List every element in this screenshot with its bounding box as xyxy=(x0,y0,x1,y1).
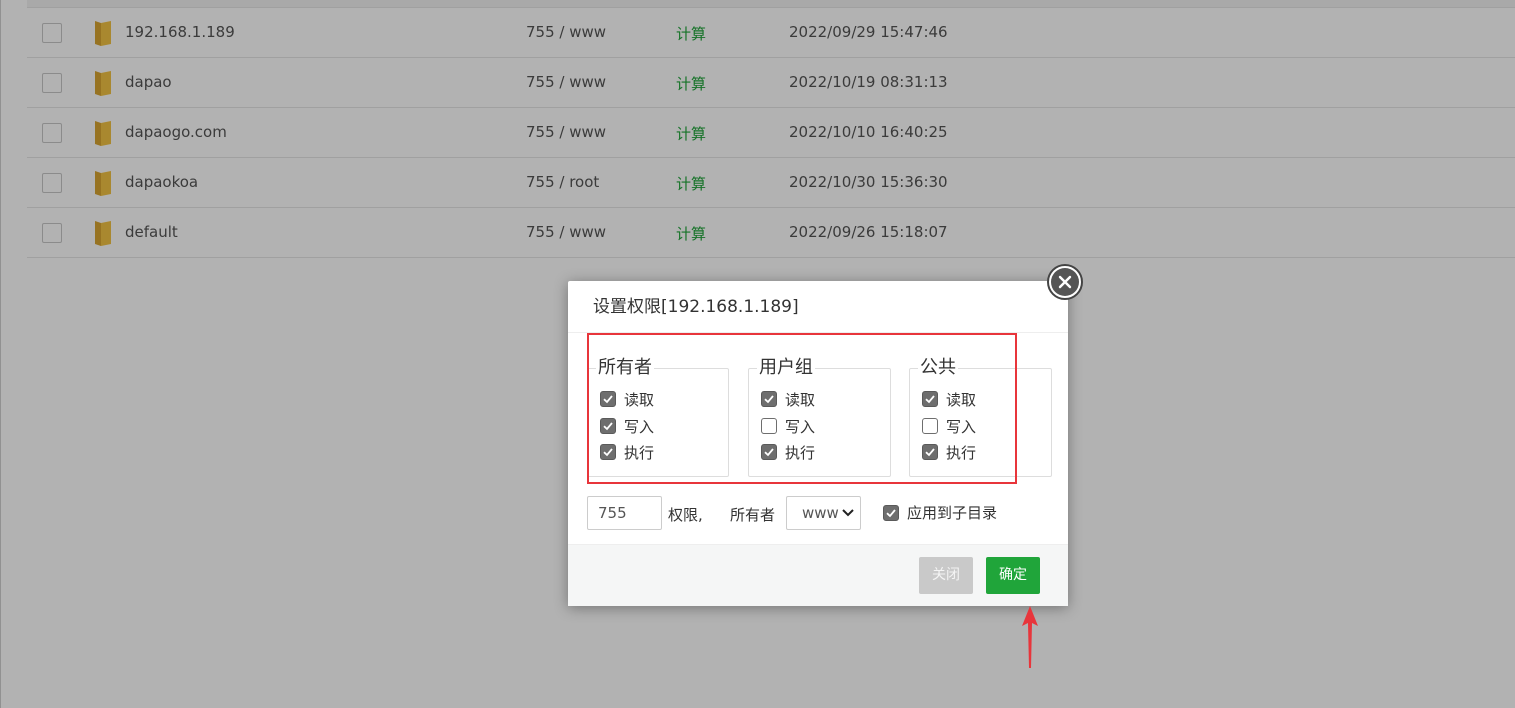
unchecked-box-icon[interactable] xyxy=(922,418,938,434)
checkbox-label: 执行 xyxy=(624,443,655,462)
checkmark-icon[interactable] xyxy=(761,444,777,460)
checkbox-label: 写入 xyxy=(785,417,816,436)
checkbox-label: 读取 xyxy=(946,390,977,409)
checkbox-label: 执行 xyxy=(946,443,977,462)
permission-dialog: 设置权限[192.168.1.189] 所有者 读取 写入 执行 用户组 读取 … xyxy=(568,264,1083,606)
checkmark-icon[interactable] xyxy=(600,391,616,407)
checkbox-label: 读取 xyxy=(624,390,655,409)
cancel-button[interactable]: 关闭 xyxy=(919,557,973,594)
annotation-arrow-icon xyxy=(1022,606,1038,668)
owner-select-value: www xyxy=(802,504,839,522)
owner-write-checkbox[interactable]: 写入 xyxy=(600,415,654,437)
checkbox-label: 执行 xyxy=(785,443,816,462)
checkbox-label: 读取 xyxy=(785,390,816,409)
checkmark-icon[interactable] xyxy=(600,418,616,434)
group-legend-owner: 所有者 xyxy=(596,356,654,380)
permission-mode-input[interactable] xyxy=(587,496,662,530)
group-permission-group: 用户组 读取 写入 执行 xyxy=(748,356,891,477)
owner-permission-group: 所有者 读取 写入 执行 xyxy=(587,356,729,477)
dialog-close-button[interactable] xyxy=(1047,264,1083,300)
confirm-button[interactable]: 确定 xyxy=(986,557,1040,594)
checkmark-icon[interactable] xyxy=(761,391,777,407)
checkbox-label: 写入 xyxy=(946,417,977,436)
public-permission-group: 公共 读取 写入 执行 xyxy=(909,356,1052,477)
group-exec-checkbox[interactable]: 执行 xyxy=(761,441,815,463)
public-read-checkbox[interactable]: 读取 xyxy=(922,388,976,410)
owner-exec-checkbox[interactable]: 执行 xyxy=(600,441,654,463)
public-write-checkbox[interactable]: 写入 xyxy=(922,415,976,437)
group-legend-public: 公共 xyxy=(918,356,958,380)
group-legend-group: 用户组 xyxy=(757,356,815,380)
checkbox-label: 写入 xyxy=(624,417,655,436)
public-exec-checkbox[interactable]: 执行 xyxy=(922,441,976,463)
group-write-checkbox[interactable]: 写入 xyxy=(761,415,815,437)
checkmark-icon[interactable] xyxy=(600,444,616,460)
permission-label: 权限, xyxy=(668,506,703,524)
owner-label: 所有者 xyxy=(730,506,776,524)
checkmark-icon[interactable] xyxy=(922,444,938,460)
apply-subdir-checkbox[interactable]: 应用到子目录 xyxy=(883,502,997,523)
unchecked-box-icon[interactable] xyxy=(761,418,777,434)
owner-read-checkbox[interactable]: 读取 xyxy=(600,388,654,410)
close-icon xyxy=(1051,268,1079,296)
group-read-checkbox[interactable]: 读取 xyxy=(761,388,815,410)
chevron-down-icon xyxy=(842,509,854,517)
apply-subdir-label: 应用到子目录 xyxy=(907,504,998,522)
checkmark-icon[interactable] xyxy=(883,504,899,521)
dialog-footer: 关闭 确定 xyxy=(568,544,1068,606)
permission-controls-row: 权限, 所有者 www 应用到子目录 xyxy=(587,496,1057,530)
checkmark-icon[interactable] xyxy=(922,391,938,407)
owner-select[interactable]: www xyxy=(786,496,861,530)
dialog-title: 设置权限[192.168.1.189] xyxy=(568,281,1068,333)
